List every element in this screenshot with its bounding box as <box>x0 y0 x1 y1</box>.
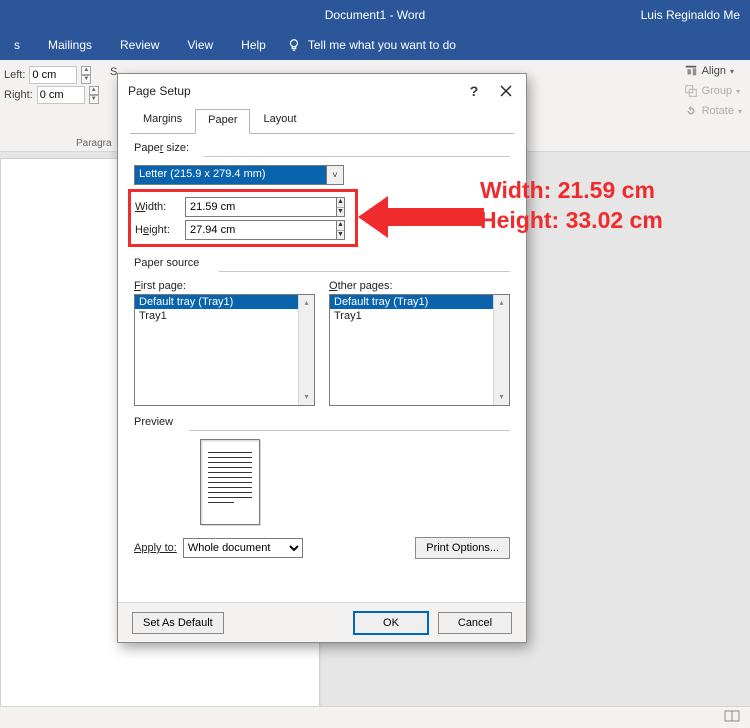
indent-left-spinner[interactable]: ▲▼ <box>81 66 91 84</box>
tellme-label: Tell me what you want to do <box>308 38 456 52</box>
first-page-label: First page: <box>134 280 315 292</box>
first-page-listbox[interactable]: Default tray (Tray1) Tray1 ▴▾ <box>134 294 315 406</box>
tellme-search[interactable]: Tell me what you want to do <box>280 37 456 53</box>
arrange-group: Align▾ Group▾ Rotate▾ <box>684 64 742 124</box>
page-setup-dialog: Page Setup ? Margins Paper Layout Paper … <box>117 73 527 643</box>
other-pages-label: Other pages: <box>329 280 510 292</box>
list-item[interactable]: Tray1 <box>330 309 509 323</box>
height-label: Height: <box>135 224 181 236</box>
help-button[interactable]: ? <box>464 81 484 101</box>
set-as-default-button[interactable]: Set As Default <box>132 612 224 634</box>
preview-section: Preview <box>134 416 510 525</box>
chevron-down-icon: ▾ <box>730 67 734 76</box>
app-titlebar: Document1 - Word Luis Reginaldo Me <box>0 0 750 30</box>
width-spinner[interactable]: ▲▼ <box>336 197 345 217</box>
list-item[interactable]: Tray1 <box>135 309 314 323</box>
indent-right-spinner[interactable]: ▲▼ <box>89 86 99 104</box>
paper-size-label: Paper size: <box>134 142 510 154</box>
tab-margins[interactable]: Margins <box>130 108 195 133</box>
rotate-button: Rotate▾ <box>684 104 742 118</box>
dialog-titlebar: Page Setup ? <box>118 74 526 108</box>
apply-to-label: Apply to: <box>134 542 177 554</box>
chevron-down-icon: ▾ <box>736 87 740 96</box>
ok-button[interactable]: OK <box>354 612 428 634</box>
group-button: Group▾ <box>684 84 742 98</box>
tab-help[interactable]: Help <box>227 30 280 60</box>
annotation-highlight-box: Width: ▲▼ Height: ▲▼ <box>128 189 358 247</box>
paper-size-value: Letter (215.9 x 279.4 mm) <box>134 165 326 185</box>
indent-left-input[interactable] <box>29 66 77 84</box>
width-input[interactable]: ▲▼ <box>185 197 339 217</box>
indent-left-label: Left: <box>4 69 25 81</box>
tab-mailings[interactable]: Mailings <box>34 30 106 60</box>
preview-page <box>200 439 260 525</box>
tab-view[interactable]: View <box>173 30 227 60</box>
other-pages-listbox[interactable]: Default tray (Tray1) Tray1 ▴▾ <box>329 294 510 406</box>
tab-review[interactable]: Review <box>106 30 173 60</box>
chevron-down-icon[interactable]: ˅ <box>326 165 344 185</box>
dialog-title: Page Setup <box>128 84 191 98</box>
align-icon <box>684 64 698 78</box>
indent-right-input[interactable] <box>37 86 85 104</box>
group-icon <box>684 84 698 98</box>
close-icon <box>500 85 512 97</box>
apply-to-select[interactable]: Whole document <box>183 538 303 558</box>
scrollbar[interactable]: ▴▾ <box>493 295 509 405</box>
reading-view-icon[interactable] <box>724 710 740 725</box>
dialog-tabs: Margins Paper Layout <box>130 108 514 134</box>
align-button[interactable]: Align▾ <box>684 64 742 78</box>
cancel-button[interactable]: Cancel <box>438 612 512 634</box>
height-spinner[interactable]: ▲▼ <box>336 220 345 240</box>
window-title: Document1 - Word <box>325 8 425 22</box>
print-options-button[interactable]: Print Options... <box>415 537 510 559</box>
tab-layout[interactable]: Layout <box>250 108 309 133</box>
ribbon-tabs: s Mailings Review View Help Tell me what… <box>0 30 750 60</box>
rotate-icon <box>684 104 698 118</box>
preview-label: Preview <box>134 416 510 428</box>
height-input[interactable]: ▲▼ <box>185 220 339 240</box>
scrollbar[interactable]: ▴▾ <box>298 295 314 405</box>
status-bar <box>0 706 750 728</box>
lightbulb-icon <box>286 37 302 53</box>
tab-paper[interactable]: Paper <box>195 109 250 134</box>
paper-source-section: Paper source First page: Default tray (T… <box>134 257 510 406</box>
paper-source-label: Paper source <box>134 257 510 269</box>
annotation-arrow <box>358 196 484 238</box>
tab-partial[interactable]: s <box>0 30 34 60</box>
paper-size-combo[interactable]: Letter (215.9 x 279.4 mm) ˅ <box>134 165 344 185</box>
list-item[interactable]: Default tray (Tray1) <box>330 295 509 309</box>
chevron-down-icon: ▾ <box>738 107 742 116</box>
annotation-text: Width: 21.59 cm Height: 33.02 cm <box>480 175 663 235</box>
list-item[interactable]: Default tray (Tray1) <box>135 295 314 309</box>
user-name: Luis Reginaldo Me <box>641 8 740 22</box>
group-label-paragraph: Paragra <box>76 138 112 149</box>
close-button[interactable] <box>496 81 516 101</box>
indent-right-label: Right: <box>4 89 33 101</box>
dialog-footer: Set As Default OK Cancel <box>118 602 526 642</box>
width-label: Width: <box>135 201 181 213</box>
